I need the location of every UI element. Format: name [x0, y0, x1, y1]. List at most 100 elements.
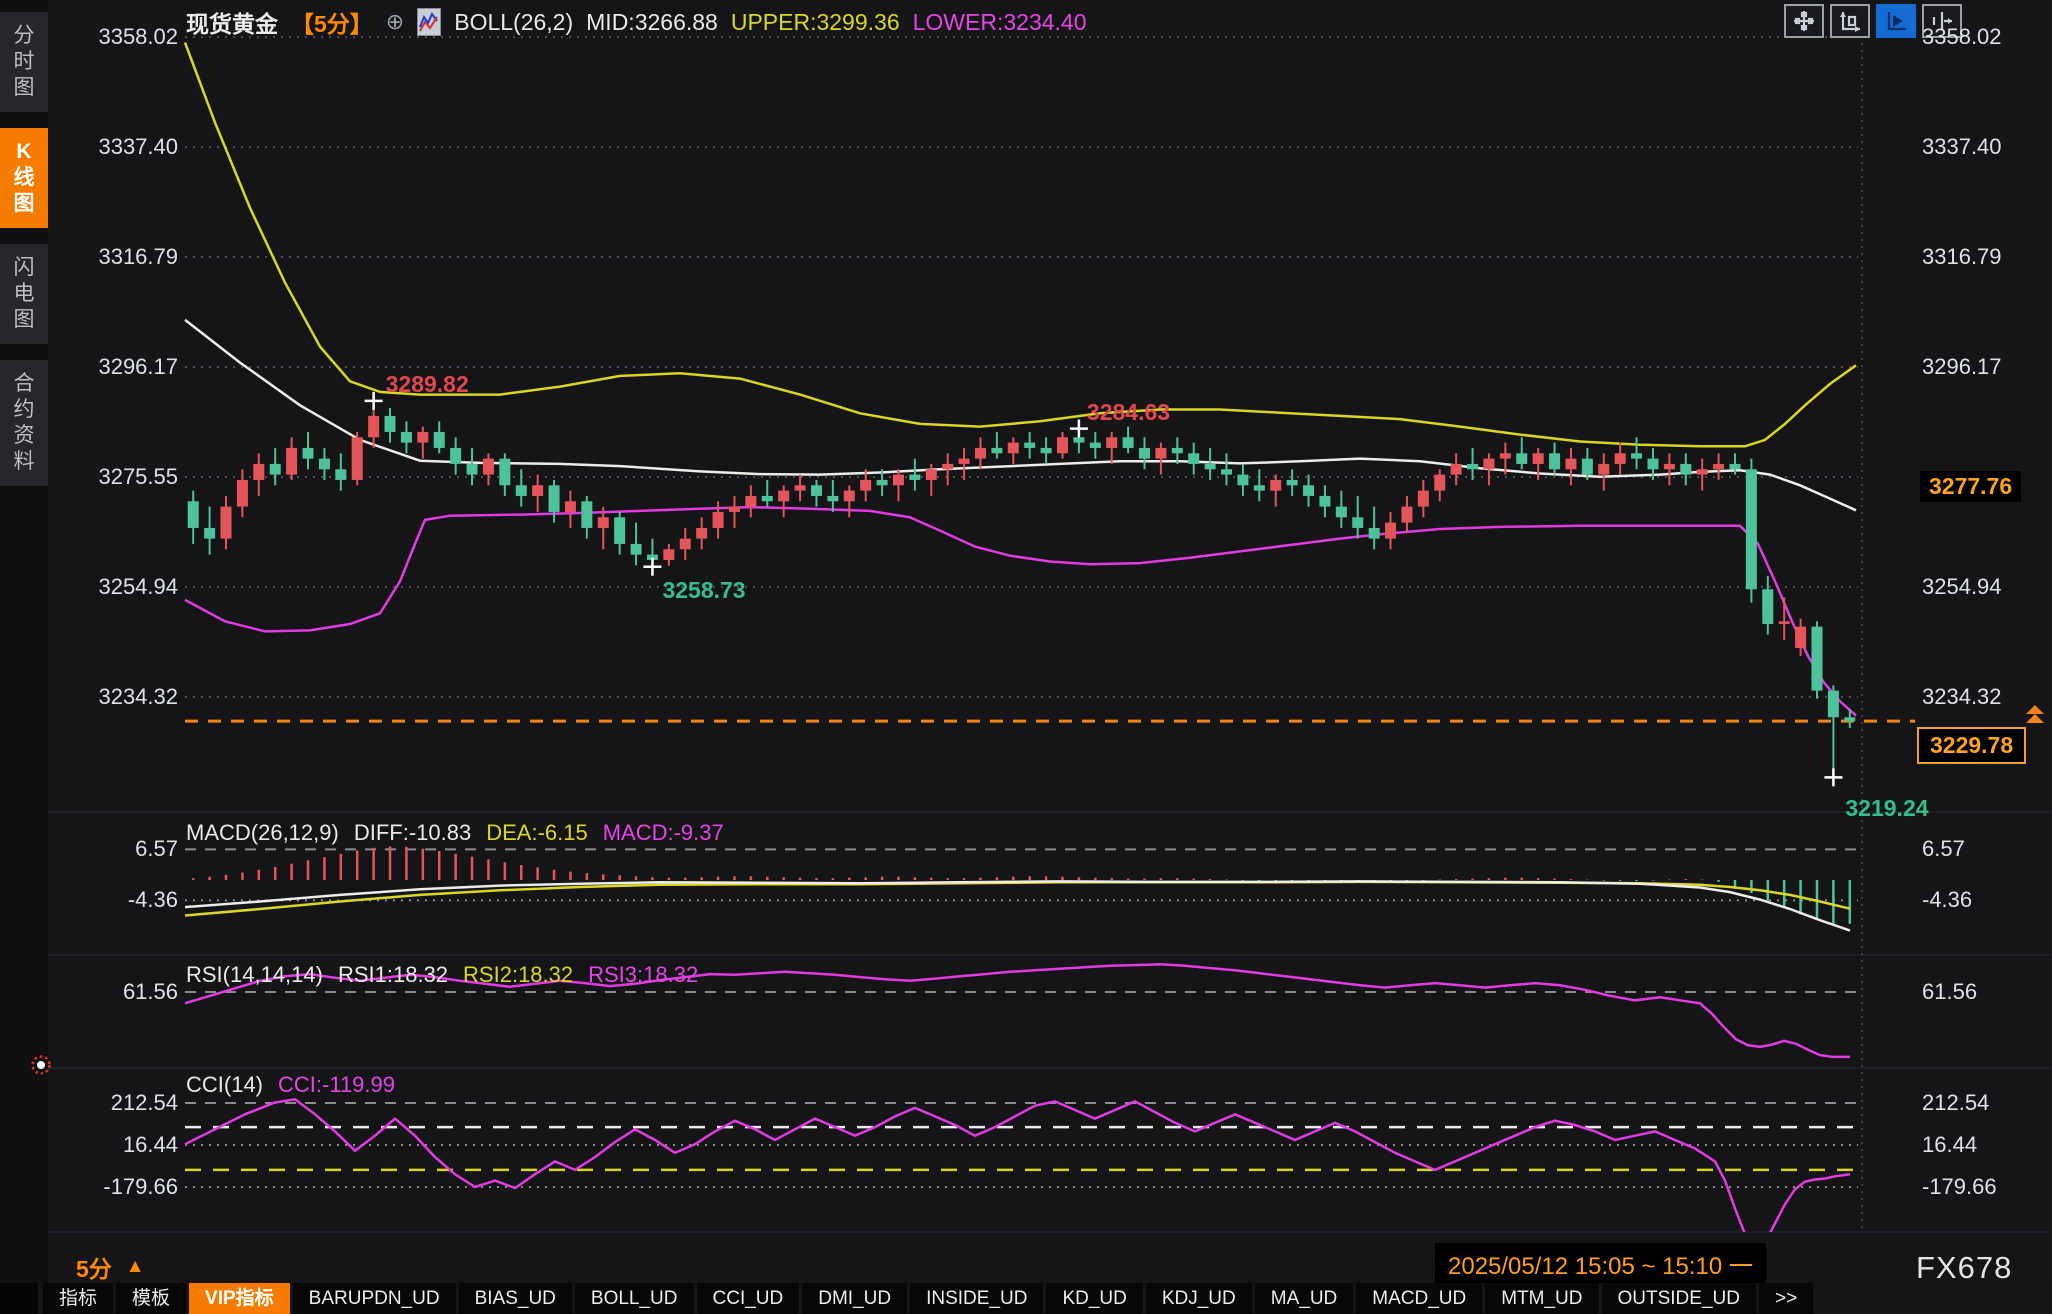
candle	[417, 432, 428, 443]
axis-range-icon[interactable]	[1830, 4, 1870, 38]
boll-lower-value: LOWER:3234.40	[913, 9, 1087, 36]
auto-scale-play-icon[interactable]	[1876, 4, 1916, 38]
candle	[1057, 437, 1068, 453]
candle	[778, 491, 789, 502]
interval-flag[interactable]: 5分 ▲	[76, 1250, 145, 1284]
candle	[1254, 485, 1265, 490]
candle	[909, 475, 920, 480]
indicator-tab-模板[interactable]: 模板	[116, 1283, 186, 1314]
candle	[1024, 443, 1035, 448]
candle	[827, 496, 838, 501]
indicator-tab-MTM_UD[interactable]: MTM_UD	[1485, 1283, 1598, 1314]
candle	[286, 448, 297, 475]
candle	[368, 416, 379, 437]
candle	[1811, 627, 1822, 691]
candle	[1664, 464, 1675, 469]
price-axis-label: 3234.32	[1922, 684, 2002, 710]
cci-axis-label: 212.54	[1922, 1090, 1989, 1116]
candle	[877, 480, 888, 485]
candle	[1844, 717, 1855, 721]
indicator-tab->>[interactable]: >>	[1759, 1283, 1813, 1314]
cci-axis-label: 16.44	[48, 1132, 178, 1158]
indicator-tab-CCI_UD[interactable]: CCI_UD	[697, 1283, 800, 1314]
indicator-tab-KD_UD[interactable]: KD_UD	[1046, 1283, 1142, 1314]
candle	[270, 464, 281, 475]
indicator-tab-MACD_UD[interactable]: MACD_UD	[1356, 1283, 1482, 1314]
candle	[467, 464, 478, 475]
candle	[204, 528, 215, 539]
macd-axis-label: -4.36	[1922, 887, 1972, 913]
cci-axis-label: 16.44	[1922, 1132, 1977, 1158]
candle	[532, 485, 543, 496]
boll-upper-value: UPPER:3299.36	[731, 9, 900, 36]
candle	[1401, 507, 1412, 523]
sidebar-tab-分时图[interactable]: 分时图	[0, 12, 48, 112]
candle	[696, 528, 707, 539]
candle	[1336, 507, 1347, 518]
sidebar-tab-K线图[interactable]: K线图	[0, 128, 48, 228]
candle	[352, 437, 363, 480]
pan-crosshair-icon[interactable]	[1784, 4, 1824, 38]
candle	[614, 517, 625, 544]
up-triangle-icon: ▲	[126, 1256, 145, 1278]
candle	[385, 416, 396, 432]
price-axis-label: 3337.40	[48, 134, 178, 160]
price-annotation: 3219.24	[1845, 795, 1928, 822]
indicator-tab-OUTSIDE_UD[interactable]: OUTSIDE_UD	[1602, 1283, 1756, 1314]
sidebar-tab-闪电图[interactable]: 闪电图	[0, 244, 48, 344]
indicator-tab-KDJ_UD[interactable]: KDJ_UD	[1146, 1283, 1252, 1314]
chart-canvas[interactable]	[0, 0, 2052, 1314]
candle	[1680, 464, 1691, 475]
indicator-tab-MA_UD[interactable]: MA_UD	[1255, 1283, 1354, 1314]
candle	[1631, 453, 1642, 458]
candle	[450, 448, 461, 464]
candle	[1565, 459, 1576, 470]
rsi-axis-label: 61.56	[48, 979, 178, 1005]
candle	[680, 539, 691, 550]
candle	[959, 459, 970, 464]
candle	[253, 464, 264, 480]
candle	[1549, 453, 1560, 469]
cci-title: CCI(14)	[186, 1072, 263, 1098]
chart-header: 现货黄金 【5分】 ⊕ BOLL(26,2) MID:3266.88 UPPER…	[186, 5, 1087, 39]
cci-panel-header: CCI(14) CCI:-119.99	[186, 1072, 395, 1098]
indicator-tab-DMI_UD[interactable]: DMI_UD	[802, 1283, 907, 1314]
candle	[434, 432, 445, 448]
rsi-title: RSI(14,14,14)	[186, 962, 323, 988]
rsi-axis-label: 61.56	[1922, 979, 1977, 1005]
candle	[1500, 453, 1511, 458]
chart-type-icon[interactable]	[417, 8, 441, 36]
price-axis-label: 3337.40	[1922, 134, 2002, 160]
indicator-tab-BOLL_UD[interactable]: BOLL_UD	[575, 1283, 694, 1314]
candle	[499, 459, 510, 486]
indicator-tab-VIP指标[interactable]: VIP指标	[189, 1283, 290, 1314]
candle	[926, 469, 937, 480]
candle	[1221, 469, 1232, 474]
candle	[1041, 448, 1052, 453]
indicator-tab-INSIDE_UD[interactable]: INSIDE_UD	[910, 1283, 1043, 1314]
indicator-tab-指标[interactable]: 指标	[43, 1283, 113, 1314]
candle	[762, 496, 773, 501]
rsi1-value: RSI1:18.32	[338, 962, 448, 988]
candle	[1090, 443, 1101, 448]
circle-plus-icon[interactable]: ⊕	[386, 9, 404, 35]
macd-macd-value: MACD:-9.37	[603, 820, 724, 846]
indicator-tab-BARUPDN_UD[interactable]: BARUPDN_UD	[293, 1283, 456, 1314]
cci-axis-label: 212.54	[48, 1090, 178, 1116]
candle	[1319, 496, 1330, 507]
sidebar-tab-合约资料[interactable]: 合约资料	[0, 360, 48, 486]
indicator-tabbar: 指标模板VIP指标BARUPDN_UDBIAS_UDBOLL_UDCCI_UDD…	[0, 1283, 2052, 1314]
price-axis-label: 3316.79	[1922, 244, 2002, 270]
price-axis-label: 3254.94	[1922, 574, 2002, 600]
macd-axis-label: 6.57	[1922, 836, 1965, 862]
candle	[516, 485, 527, 496]
candle	[844, 491, 855, 502]
indicator-tab-BIAS_UD[interactable]: BIAS_UD	[459, 1283, 572, 1314]
candle	[663, 549, 674, 560]
candle	[1172, 448, 1183, 453]
symbol-name: 现货黄金	[186, 5, 278, 39]
candle	[335, 469, 346, 480]
macd-axis-label: -4.36	[48, 887, 178, 913]
candle	[1385, 523, 1396, 539]
candle	[303, 448, 314, 459]
